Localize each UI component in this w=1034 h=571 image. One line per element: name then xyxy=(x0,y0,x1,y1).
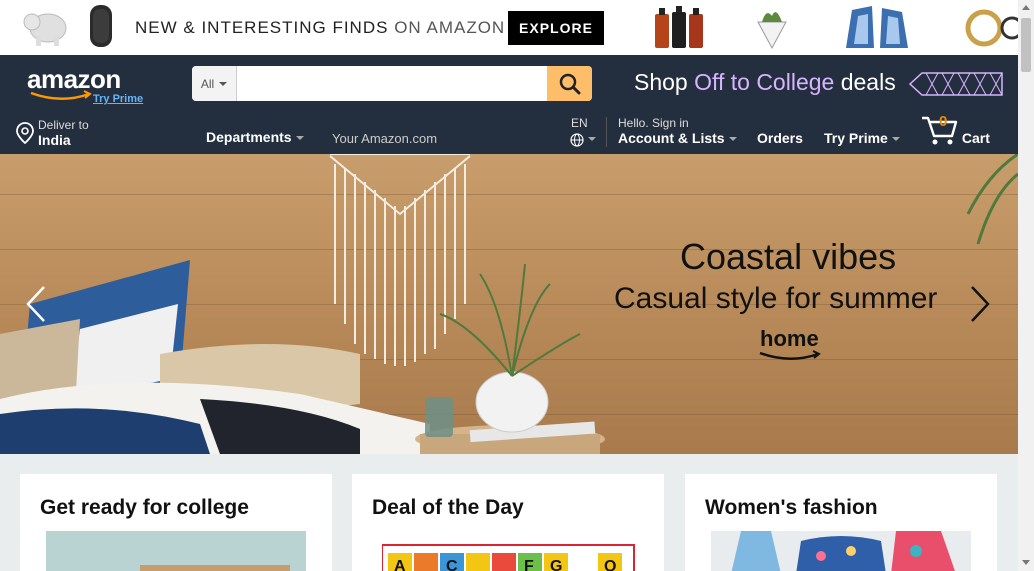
nav-bar: amazon Try Prime All Shop Off to College… xyxy=(0,55,1018,154)
location-pin-icon xyxy=(16,122,34,144)
smile-arrow-icon xyxy=(30,90,92,100)
deliver-to-label: Deliver to xyxy=(38,118,89,132)
fashion-thumbnail-image[interactable] xyxy=(711,531,971,571)
palm-leaves-image xyxy=(966,154,1018,245)
alphabet-toy-thumbnail-image[interactable]: A C F G Q xyxy=(382,531,642,571)
search-icon xyxy=(559,73,580,94)
search-input[interactable] xyxy=(237,66,547,101)
svg-text:G: G xyxy=(550,558,562,571)
geode-bookends-image xyxy=(846,6,908,48)
scroll-down-icon[interactable] xyxy=(1022,560,1030,565)
card-title: Women's fashion xyxy=(705,496,878,519)
try-prime-logo-link[interactable]: Try Prime xyxy=(93,93,143,105)
amazon-logo[interactable]: amazon Try Prime xyxy=(27,64,143,105)
search-bar: All xyxy=(192,66,592,101)
deliver-to-location[interactable]: Deliver to India xyxy=(16,118,89,148)
search-category-dropdown[interactable]: All xyxy=(192,66,237,101)
carousel-next-icon[interactable] xyxy=(968,284,992,324)
search-button[interactable] xyxy=(547,66,592,101)
deliver-to-country: India xyxy=(38,132,71,148)
card-college[interactable]: Get ready for college xyxy=(20,474,332,571)
sauce-bottles-image xyxy=(655,6,703,48)
cart-count: 0 xyxy=(939,113,948,130)
svg-text:Q: Q xyxy=(604,558,616,571)
card-womens-fashion[interactable]: Women's fashion xyxy=(685,474,997,571)
elephant-figurine-image xyxy=(23,13,67,46)
speaker-image xyxy=(90,5,112,47)
off-to-college-banner[interactable]: Shop Off to College deals xyxy=(634,69,1004,97)
page-scrollbar[interactable] xyxy=(1018,0,1034,571)
account-lists-menu[interactable]: Hello. Sign in Account & Lists xyxy=(618,116,737,146)
svg-text:F: F xyxy=(524,558,534,571)
scroll-thumb[interactable] xyxy=(1021,18,1031,72)
planter-image xyxy=(757,12,787,50)
hero-carousel[interactable]: Coastal vibes Casual style for summer ho… xyxy=(0,154,1018,454)
card-title: Get ready for college xyxy=(40,496,249,519)
promo-strip[interactable]: NEW & INTERESTING FINDS ON AMAZON EXPLOR… xyxy=(0,0,1018,55)
svg-text:A: A xyxy=(394,558,406,571)
svg-text:C: C xyxy=(446,558,458,571)
hero-subtitle: Casual style for summer xyxy=(614,282,938,315)
orders-link[interactable]: Orders xyxy=(757,130,803,146)
carousel-prev-icon[interactable] xyxy=(24,284,48,324)
college-thumbnail-image[interactable] xyxy=(46,531,306,571)
card-deal-of-the-day[interactable]: Deal of the Day A C F G Q xyxy=(352,474,664,571)
explore-button[interactable]: EXPLORE xyxy=(508,11,604,45)
globe-icon xyxy=(570,133,584,147)
try-prime-menu[interactable]: Try Prime xyxy=(824,130,900,146)
departments-menu[interactable]: Departments xyxy=(206,129,304,145)
card-title: Deal of the Day xyxy=(372,496,524,519)
hero-title: Coastal vibes xyxy=(680,236,897,277)
language-selector[interactable]: EN xyxy=(570,116,596,147)
banner-pattern-icon xyxy=(908,72,1003,96)
hero-brand: home xyxy=(759,326,821,360)
scroll-up-icon[interactable] xyxy=(1022,5,1030,10)
cart-link[interactable]: 0 Cart xyxy=(920,113,990,146)
promo-headline: NEW & INTERESTING FINDS ON AMAZON xyxy=(135,18,506,37)
nav-divider xyxy=(606,117,607,147)
hero-bedroom-scene-image xyxy=(0,154,605,454)
your-amazon-link[interactable]: Your Amazon.com xyxy=(332,131,437,146)
smile-arrow-icon xyxy=(759,350,821,360)
ring-image xyxy=(965,9,1018,47)
